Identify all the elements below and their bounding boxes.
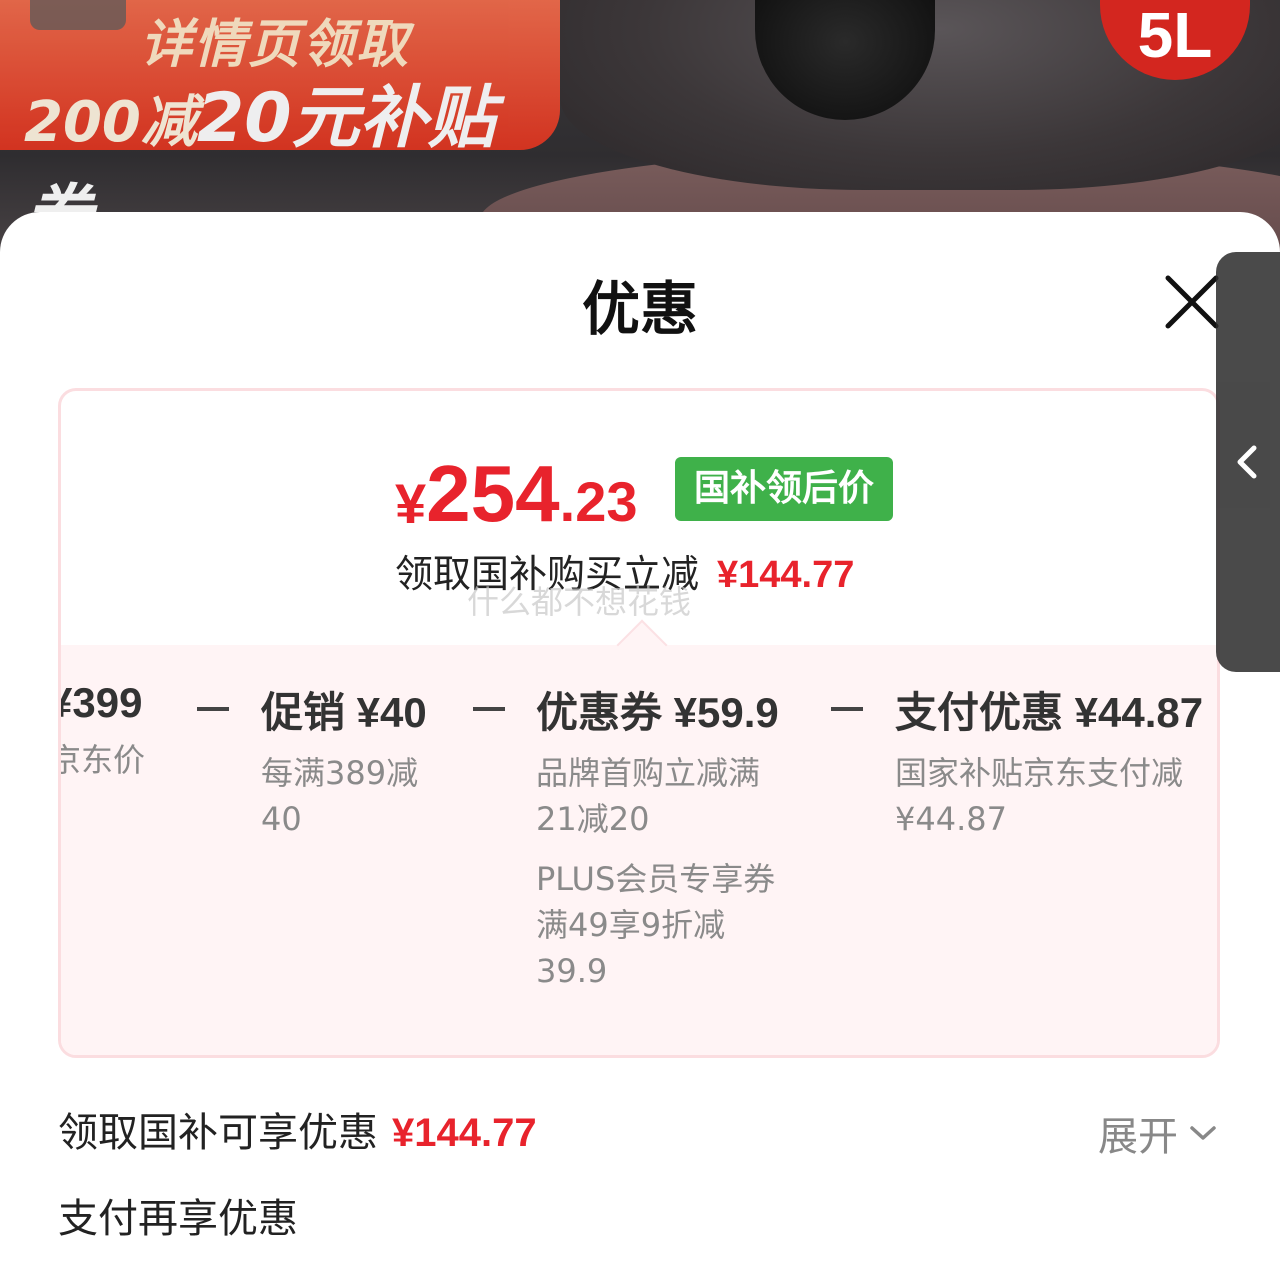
sheet-title: 优惠	[581, 275, 698, 343]
price-integer: 254	[426, 449, 560, 538]
breakdown-item-promotion: 促销 ¥40 每满389减40	[261, 679, 441, 842]
subsidy-amount: ¥144.77	[392, 1111, 537, 1155]
reduction-amount: ¥144.77	[717, 554, 855, 596]
chevron-down-icon	[1190, 1126, 1216, 1140]
breakdown-head: 促销 ¥40	[261, 689, 427, 736]
breakdown-desc: 品牌首购立减满21减20	[536, 754, 761, 838]
breakdown-desc: 京东价	[58, 741, 146, 779]
price-type-badge: 国补领后价	[675, 457, 893, 521]
breakdown-head: ¥399	[58, 679, 143, 726]
payment-offers-row[interactable]: 支付再享优惠	[58, 1186, 298, 1244]
minus-sign	[197, 707, 229, 711]
minus-sign	[831, 707, 863, 711]
chevron-left-icon	[1237, 445, 1257, 479]
breakdown-item-base-price: ¥399 京东价	[58, 679, 199, 783]
breakdown-desc: 每满389减40	[261, 754, 419, 838]
top-overlay-button[interactable]	[30, 0, 126, 30]
final-price: ¥254.23	[395, 449, 638, 539]
breakdown-item-coupon: 优惠券 ¥59.9 品牌首购立减满21减20 PLUS会员专享券满49享9折减3…	[536, 679, 779, 994]
close-icon[interactable]	[1160, 270, 1224, 334]
price-decimal: .23	[559, 470, 638, 533]
breakdown-desc: 国家补贴京东支付减¥44.87	[895, 754, 1184, 838]
price-currency: ¥	[395, 472, 427, 535]
expand-label: 展开	[1098, 1114, 1178, 1160]
promo-prefix: 200减	[24, 90, 197, 155]
price-summary-card: ¥254.23 国补领后价 领取国补购买立减 ¥144.77 什么都不想花钱 ¥3…	[58, 388, 1220, 1058]
breakdown-item-payment: 支付优惠 ¥44.87 国家补贴京东支付减¥44.87	[895, 679, 1215, 842]
watermark-text: 什么都不想花钱	[467, 583, 692, 621]
expand-button[interactable]: 展开	[1098, 1104, 1218, 1162]
minus-sign	[473, 707, 505, 711]
side-drawer-tab[interactable]	[1216, 252, 1280, 672]
subsidy-row: 领取国补可享优惠 ¥144.77	[58, 1100, 537, 1158]
breakdown-head: 优惠券 ¥59.9	[536, 689, 779, 736]
breakdown-head: 支付优惠 ¥44.87	[895, 689, 1204, 736]
subsidy-label: 领取国补可享优惠	[58, 1110, 378, 1156]
breakdown-desc-secondary: PLUS会员专享券满49享9折减39.9	[536, 860, 776, 990]
